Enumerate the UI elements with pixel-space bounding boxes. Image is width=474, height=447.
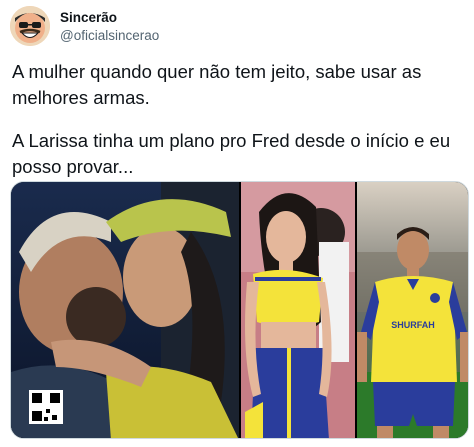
- tweet-card: Sincerão @oficialsincerao A mulher quand…: [0, 0, 474, 447]
- woman-yellow-top-photo-icon: [241, 182, 355, 438]
- tweet-text-paragraph: A Larissa tinha um plano pro Fred desde …: [12, 130, 451, 177]
- jersey-sponsor-text: SHURFAH: [391, 320, 435, 330]
- media-image-soccer-player-photo[interactable]: SHURFAH: [357, 182, 468, 438]
- tweet-media-grid[interactable]: SHURFAH: [10, 181, 469, 439]
- author-handle[interactable]: @oficialsincerao: [60, 27, 159, 44]
- author-display-name[interactable]: Sincerão: [60, 9, 159, 26]
- avatar[interactable]: [10, 6, 50, 46]
- tweet-author[interactable]: Sincerão @oficialsincerao: [60, 9, 159, 44]
- tweet-text-paragraph: A mulher quando quer não tem jeito, sabe…: [12, 61, 422, 108]
- couple-kiss-photo-icon: [11, 182, 239, 438]
- media-image-woman-yellow-top-photo[interactable]: [241, 182, 355, 438]
- soccer-player-photo-icon: SHURFAH: [357, 182, 468, 438]
- media-image-couple-kiss-photo[interactable]: [11, 182, 239, 438]
- cartoon-face-avatar-icon: [10, 6, 50, 46]
